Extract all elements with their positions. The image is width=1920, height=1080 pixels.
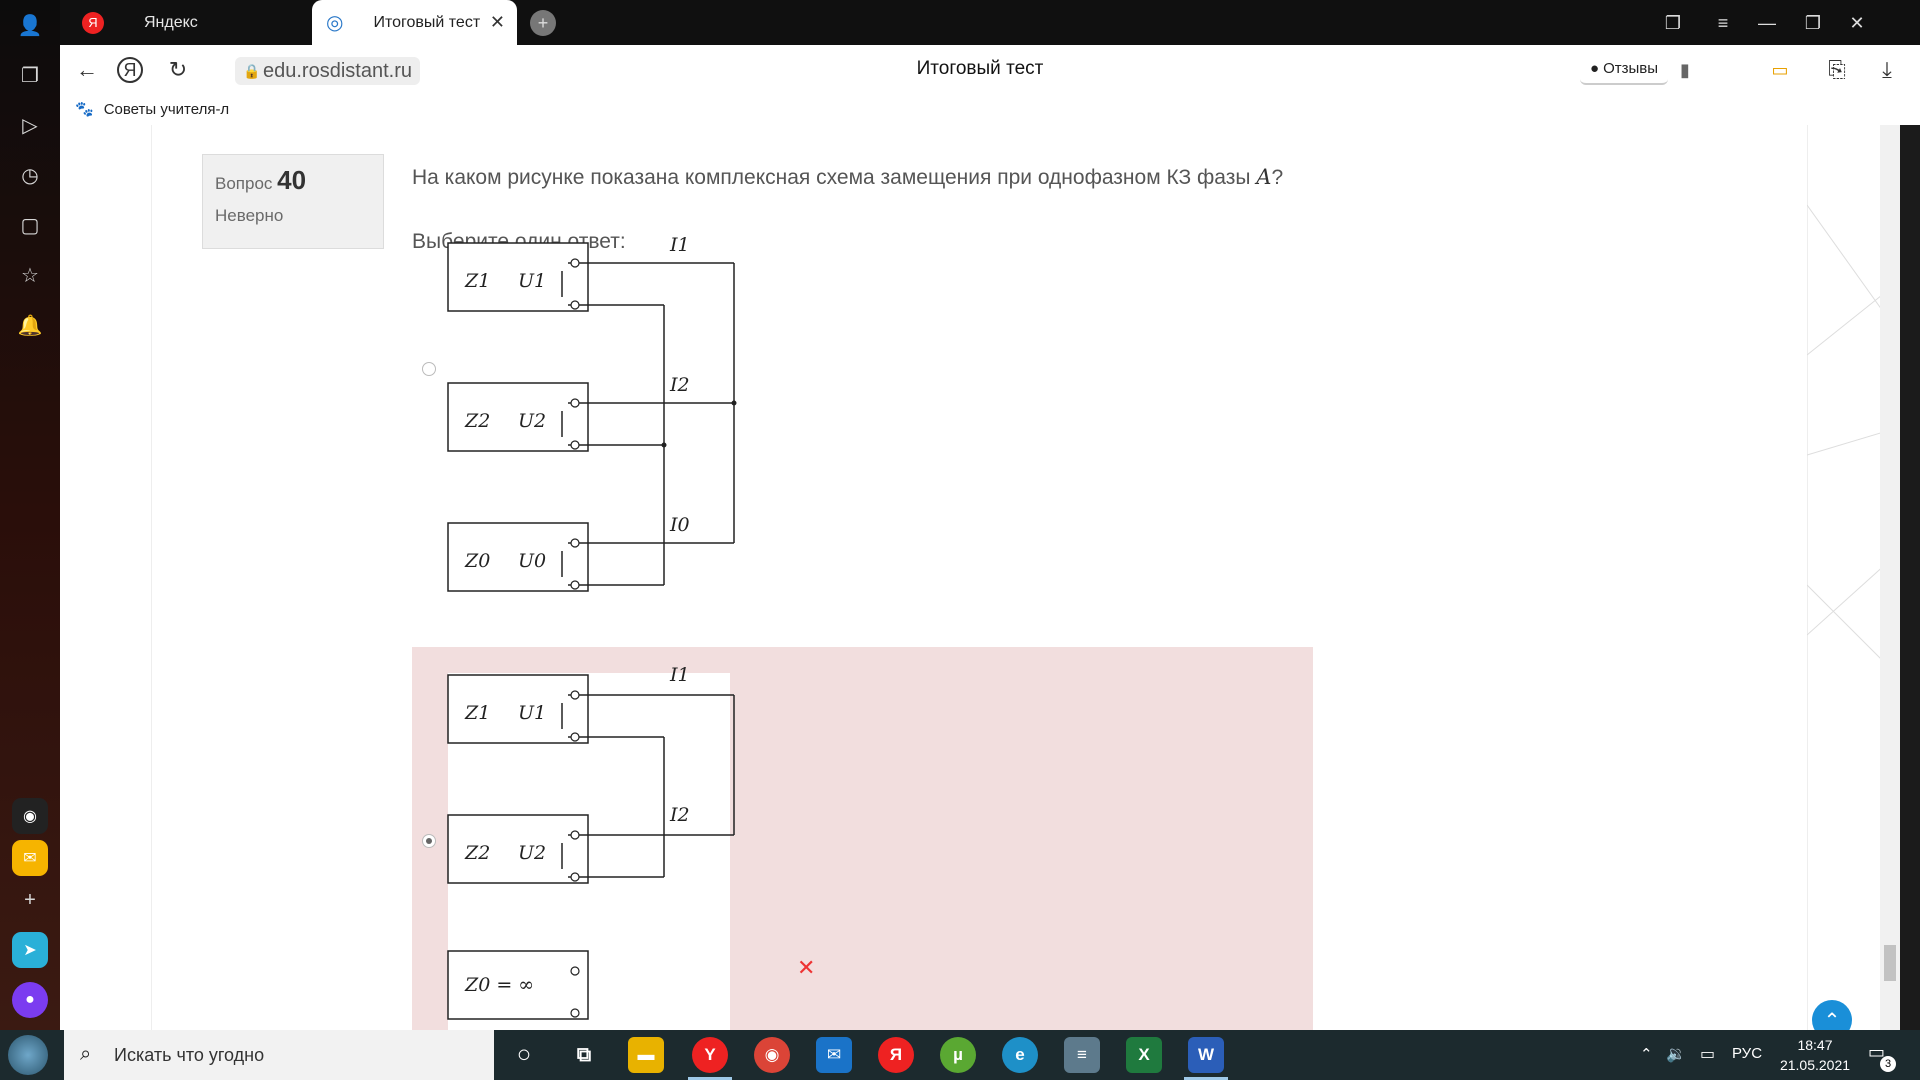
restore-icon[interactable]: ❐	[1798, 8, 1828, 38]
question-prefix: Вопрос	[215, 174, 273, 193]
play-icon[interactable]: ▷	[15, 110, 45, 140]
language-indicator[interactable]: РУС	[1732, 1045, 1762, 1062]
notifications-icon[interactable]: 🔔	[15, 310, 45, 340]
history-icon[interactable]: ◷	[15, 160, 45, 190]
page-content: Вопрос 40 Неверно На каком рисунке показ…	[60, 125, 1900, 1030]
z1-label: Z1	[464, 270, 490, 292]
yandex-icon: Я	[82, 11, 104, 34]
mail-icon[interactable]: ✉	[12, 840, 48, 876]
clock-date: 21.05.2021	[1779, 1057, 1851, 1073]
i2-label: I2	[669, 804, 690, 826]
clock-time: 18:47	[1797, 1037, 1833, 1053]
battery-icon[interactable]: ▭	[1765, 55, 1795, 85]
question-state: Неверно	[215, 206, 284, 225]
answer-a-radio[interactable]	[422, 362, 436, 376]
yandex-browser-icon[interactable]: Y	[688, 1037, 732, 1080]
tab-bar: Я Яндекс ◎ Итоговый тест ✕ + ❐ ≡ — ❐ ✕	[60, 0, 1920, 45]
question-number-value: 40	[277, 165, 307, 195]
z0-infinity-label: Z0 = ∞	[464, 974, 534, 996]
search-placeholder: Искать что угодно	[114, 1044, 265, 1065]
alice-icon[interactable]: ●	[12, 982, 48, 1018]
edge-icon[interactable]: e	[1002, 1037, 1038, 1073]
chrome-icon[interactable]: ◉	[754, 1037, 790, 1073]
i1-label: I1	[669, 664, 690, 686]
profile-icon[interactable]: 👤	[15, 10, 45, 40]
clock[interactable]: 18:47 21.05.2021	[1775, 1035, 1855, 1075]
excel-icon[interactable]: X	[1126, 1037, 1162, 1073]
minimize-icon[interactable]: —	[1752, 8, 1782, 38]
tab-test[interactable]: ◎ Итоговый тест ✕	[312, 0, 517, 45]
notification-count: 3	[1880, 1056, 1896, 1072]
yandex-icon[interactable]: Я	[878, 1037, 914, 1073]
u0-label: U0	[518, 550, 546, 572]
utorrent-icon[interactable]: µ	[940, 1037, 976, 1073]
scheme-b: Z1 Z2 U1 U2 I1 I2 Z0 = ∞	[447, 664, 735, 1020]
close-tab-icon[interactable]: ✕	[490, 12, 505, 33]
menu-icon[interactable]: ≡	[1708, 8, 1738, 38]
browser-sidebar: 👤 ❐ ▷ ◷ ▢ ☆ 🔔 ◉ ✉ + ➤ ●	[0, 0, 60, 1030]
bookmark-icon[interactable]: ▮	[1670, 55, 1700, 85]
z0-label: Z0	[464, 550, 490, 572]
question-mark: ?	[1271, 166, 1284, 189]
reviews-label: Отзывы	[1603, 59, 1659, 77]
translate-icon[interactable]: ⎘	[1822, 55, 1852, 85]
new-tab-button[interactable]: +	[530, 10, 556, 36]
tab-label: Итоговый тест	[373, 13, 481, 31]
reviews-button[interactable]: ● Отзывы	[1580, 53, 1669, 85]
collections-icon[interactable]: ❐	[15, 60, 45, 90]
download-icon[interactable]: ⤓	[1872, 55, 1902, 85]
address-toolbar: ← Я ↻ 🔒 edu.rosdistant.ru Итоговый тест …	[60, 45, 1920, 95]
z2-label: Z2	[464, 410, 490, 432]
favorites-icon[interactable]: ☆	[15, 260, 45, 290]
question-number: Вопрос 40	[215, 165, 371, 196]
u1-label: U1	[518, 270, 546, 292]
incorrect-cross-icon: ✕	[797, 955, 816, 980]
i0-label: I0	[669, 514, 690, 536]
tab-yandex[interactable]: Я Яндекс	[70, 0, 305, 45]
windows-taskbar: ⌕ Искать что угодно ○ ⧉ ▬ Y ◉ ✉ Я µ e ≡ …	[0, 1030, 1920, 1080]
taskbar-search[interactable]: ⌕ Искать что угодно	[64, 1030, 494, 1080]
search-icon: ⌕	[80, 1043, 92, 1065]
u2-label: U2	[518, 410, 546, 432]
tabs-counter-icon[interactable]: ▢	[15, 210, 45, 240]
i2-label: I2	[669, 374, 690, 396]
task-view-icon[interactable]: ⧉	[566, 1037, 602, 1073]
volume-icon[interactable]: 🔉	[1666, 1044, 1686, 1064]
speech-bubble-icon: ●	[1590, 59, 1600, 77]
network-icon[interactable]: ▭	[1700, 1044, 1715, 1064]
word-icon[interactable]: W	[1184, 1037, 1228, 1080]
file-explorer-icon[interactable]: ▬	[628, 1037, 664, 1073]
tray-expand-icon[interactable]: ⌃	[1640, 1045, 1653, 1063]
page-scrollbar[interactable]	[1880, 125, 1900, 1030]
i1-label: I1	[669, 234, 690, 256]
archiver-icon[interactable]: ≡	[1064, 1037, 1100, 1073]
start-button[interactable]	[8, 1035, 48, 1075]
cortana-icon[interactable]: ○	[506, 1037, 542, 1073]
close-window-icon[interactable]: ✕	[1842, 8, 1872, 38]
tab-label: Яндекс	[144, 13, 198, 31]
bookmark-favicon-icon: 🐾	[75, 101, 94, 118]
question-text-body: На каком рисунке показана комплексная сх…	[412, 166, 1251, 189]
add-panel-icon[interactable]: +	[15, 885, 45, 915]
scrollbar-thumb[interactable]	[1884, 945, 1896, 981]
bookmark-item[interactable]: 🐾 Советы учителя-л	[75, 100, 230, 119]
phase-symbol: A	[1256, 165, 1272, 189]
globe-icon: ◎	[326, 12, 344, 34]
bookmarks-bar: 🐾 Советы учителя-л	[60, 95, 1920, 125]
messenger-icon[interactable]: ➤	[12, 932, 48, 968]
mail-app-icon[interactable]: ✉	[816, 1037, 852, 1073]
alice-camera-icon[interactable]: ◉	[12, 798, 48, 834]
tabs-list-icon[interactable]: ❐	[1658, 8, 1688, 38]
answer-b-radio[interactable]	[422, 834, 436, 848]
scheme-a: Z1 Z2 Z0 U1 U2 U0 I1 I2 I0	[447, 234, 737, 592]
u2-label: U2	[518, 842, 546, 864]
u1-label: U1	[518, 702, 546, 724]
z1-label: Z1	[464, 702, 490, 724]
bookmark-label: Советы учителя-л	[103, 100, 230, 118]
z2-label: Z2	[464, 842, 490, 864]
question-info-panel: Вопрос 40 Неверно	[202, 154, 384, 249]
question-text: На каком рисунке показана комплексная сх…	[412, 165, 1283, 190]
